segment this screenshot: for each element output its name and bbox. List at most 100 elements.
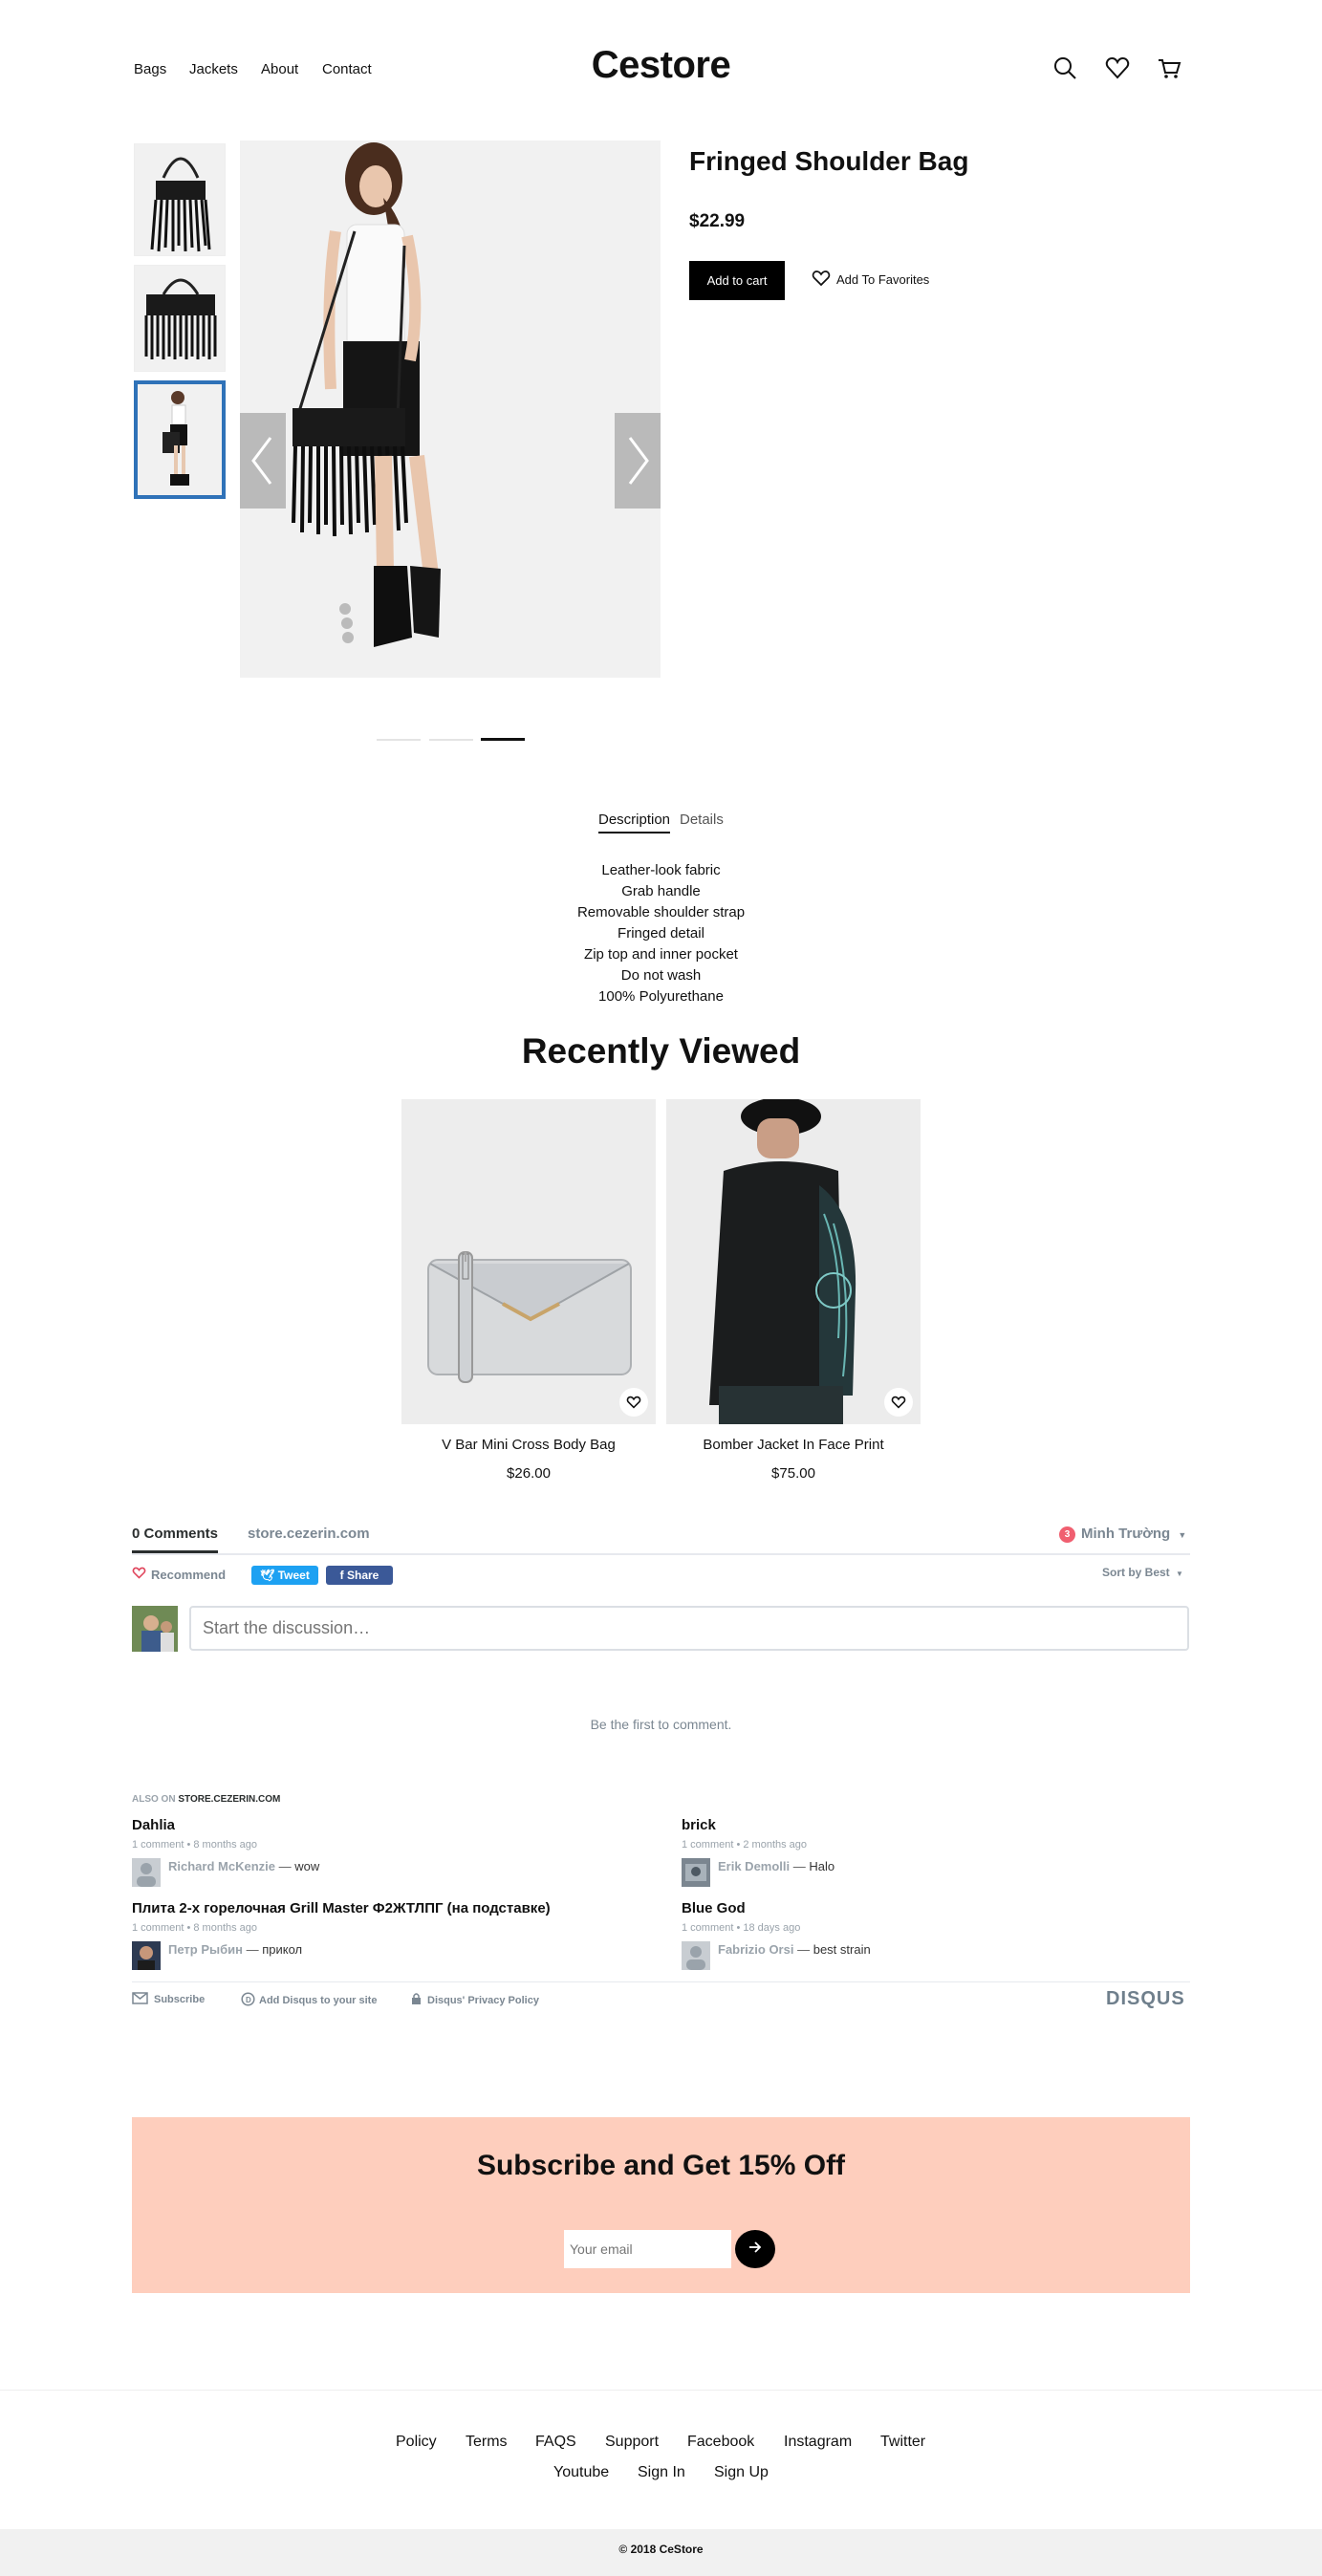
user-avatar[interactable] bbox=[132, 1606, 178, 1652]
product-price: $75.00 bbox=[771, 1465, 815, 1482]
notification-badge[interactable]: 3 bbox=[1059, 1526, 1075, 1543]
twitter-icon: 🕊 bbox=[260, 1569, 278, 1582]
footer-link-terms[interactable]: Terms bbox=[466, 2434, 508, 2451]
thread-title[interactable]: Blue God bbox=[682, 1900, 746, 1916]
add-to-favorites-label: Add To Favorites bbox=[836, 272, 930, 287]
product-thumbnail-1[interactable] bbox=[134, 143, 226, 256]
subscribe-title: Subscribe and Get 15% Off bbox=[476, 2150, 846, 2181]
cart-icon[interactable] bbox=[1156, 54, 1182, 81]
tab-description[interactable]: Description bbox=[598, 812, 670, 828]
avatar[interactable] bbox=[132, 1858, 161, 1887]
comments-site-tab[interactable]: store.cezerin.com bbox=[248, 1526, 370, 1542]
empty-comments-message: Be the first to comment. bbox=[590, 1717, 732, 1732]
sort-dropdown[interactable]: Sort by Best ▼ bbox=[1102, 1566, 1183, 1579]
product-title: Fringed Shoulder Bag bbox=[689, 146, 969, 176]
thread-title[interactable]: brick bbox=[682, 1817, 716, 1833]
disqus-logo[interactable]: DISQUS bbox=[1106, 1988, 1185, 2010]
footer-link-support[interactable]: Support bbox=[605, 2434, 659, 2451]
description-line: Fringed detail bbox=[618, 925, 704, 942]
comment-text: wow bbox=[294, 1859, 320, 1873]
product-thumbnail-2[interactable] bbox=[134, 265, 226, 372]
gallery-prev-arrow[interactable] bbox=[240, 413, 286, 509]
svg-text:D: D bbox=[246, 1996, 251, 2004]
footer-link-policy[interactable]: Policy bbox=[396, 2434, 437, 2451]
sort-label: Sort by Best bbox=[1102, 1566, 1170, 1579]
avatar[interactable] bbox=[132, 1941, 161, 1970]
thread-latest-comment: Петр Рыбин — прикол bbox=[168, 1942, 303, 1957]
footer-link-sign-in[interactable]: Sign In bbox=[638, 2464, 685, 2481]
product-main-image bbox=[240, 141, 661, 678]
subscribe-label: Subscribe bbox=[154, 1994, 206, 2005]
add-disqus-label: Add Disqus to your site bbox=[259, 1995, 378, 2006]
product-name[interactable]: V Bar Mini Cross Body Bag bbox=[401, 1437, 656, 1453]
thread-meta: 1 comment • 8 months ago bbox=[132, 1839, 258, 1851]
share-button[interactable]: f Share bbox=[326, 1566, 393, 1585]
heart-outline-icon bbox=[132, 1567, 146, 1582]
comments-count-tab[interactable]: 0 Comments bbox=[132, 1526, 218, 1542]
copyright: © 2018 CeStore bbox=[0, 2529, 1322, 2576]
product-image[interactable] bbox=[401, 1099, 656, 1424]
add-to-cart-button[interactable]: Add to cart bbox=[689, 261, 785, 300]
recommend-label: Recommend bbox=[151, 1567, 227, 1582]
description-line: Do not wash bbox=[620, 967, 702, 984]
tab-description-label: Description bbox=[598, 812, 671, 828]
product-thumbnail-3-active[interactable] bbox=[134, 380, 226, 499]
arrow-right-icon bbox=[748, 2240, 763, 2259]
footer-link-twitter[interactable]: Twitter bbox=[880, 2434, 925, 2451]
recommend-button[interactable]: Recommend bbox=[132, 1567, 226, 1582]
avatar[interactable] bbox=[682, 1858, 710, 1887]
user-menu[interactable]: Minh Trường ▼ bbox=[1081, 1526, 1186, 1542]
email-field[interactable] bbox=[564, 2230, 731, 2268]
add-to-favorites-button[interactable]: Add To Favorites bbox=[812, 270, 929, 290]
tab-details[interactable]: Details bbox=[680, 812, 724, 828]
gallery-dot-1[interactable] bbox=[377, 739, 421, 741]
product-description: Leather-look fabric Grab handle Removabl… bbox=[0, 860, 1322, 1007]
footer-link-youtube[interactable]: Youtube bbox=[553, 2464, 609, 2481]
comment-author[interactable]: Richard McKenzie bbox=[168, 1859, 275, 1873]
footer-link-facebook[interactable]: Facebook bbox=[687, 2434, 754, 2451]
description-line: Zip top and inner pocket bbox=[584, 946, 738, 963]
subscribe-banner: Subscribe and Get 15% Off bbox=[132, 2117, 1190, 2293]
footer-link-sign-up[interactable]: Sign Up bbox=[714, 2464, 769, 2481]
favorite-heart-icon[interactable] bbox=[884, 1388, 913, 1417]
search-icon[interactable] bbox=[1051, 54, 1078, 81]
comment-input[interactable] bbox=[189, 1606, 1189, 1651]
product-name[interactable]: Bomber Jacket In Face Print bbox=[666, 1437, 921, 1453]
also-on-site[interactable]: STORE.CEZERIN.COM bbox=[178, 1794, 280, 1805]
privacy-policy-link[interactable]: Disqus' Privacy Policy bbox=[411, 1992, 539, 2008]
tweet-button[interactable]: 🕊 Tweet bbox=[251, 1566, 318, 1585]
comment-text: best strain bbox=[813, 1942, 871, 1957]
comment-text: прикол bbox=[262, 1942, 303, 1957]
recently-viewed-card[interactable]: V Bar Mini Cross Body Bag $26.00 bbox=[401, 1099, 656, 1482]
also-on-header: ALSO ON STORE.CEZERIN.COM bbox=[132, 1794, 280, 1805]
active-tab-underline bbox=[598, 832, 670, 833]
footer-link-instagram[interactable]: Instagram bbox=[784, 2434, 852, 2451]
subscribe-submit-button[interactable] bbox=[735, 2230, 775, 2268]
chevron-down-icon: ▼ bbox=[1178, 1530, 1187, 1540]
disqus-d-icon: D bbox=[241, 1992, 255, 2009]
comment-author[interactable]: Петр Рыбин bbox=[168, 1942, 243, 1957]
footer-link-faqs[interactable]: FAQS bbox=[535, 2434, 576, 2451]
gallery-next-arrow[interactable] bbox=[615, 413, 661, 509]
product-price: $22.99 bbox=[689, 211, 746, 231]
favorite-heart-icon[interactable] bbox=[619, 1388, 648, 1417]
comment-author[interactable]: Erik Demolli bbox=[718, 1859, 790, 1873]
privacy-label: Disqus' Privacy Policy bbox=[427, 1994, 539, 2006]
description-line: Removable shoulder strap bbox=[576, 904, 746, 920]
add-disqus-link[interactable]: D Add Disqus to your site bbox=[241, 1992, 377, 2009]
avatar[interactable] bbox=[682, 1941, 710, 1970]
comment-author[interactable]: Fabrizio Orsi bbox=[718, 1942, 793, 1957]
heart-icon[interactable] bbox=[1104, 54, 1131, 81]
gallery-dot-2[interactable] bbox=[429, 739, 473, 741]
thread-latest-comment: Fabrizio Orsi — best strain bbox=[718, 1942, 871, 1957]
product-image[interactable] bbox=[666, 1099, 921, 1424]
comment-text: Halo bbox=[809, 1859, 835, 1873]
recently-viewed-card[interactable]: Bomber Jacket In Face Print $75.00 bbox=[666, 1099, 921, 1482]
heart-outline-icon bbox=[812, 270, 831, 290]
thread-latest-comment: Richard McKenzie — wow bbox=[168, 1859, 320, 1873]
subscribe-link[interactable]: Subscribe bbox=[132, 1992, 205, 2007]
also-on-prefix: ALSO ON bbox=[132, 1794, 176, 1805]
thread-title[interactable]: Плита 2-х горелочная Grill Master Ф2ЖТЛП… bbox=[132, 1900, 551, 1916]
gallery-dot-3-active[interactable] bbox=[481, 738, 525, 741]
thread-title[interactable]: Dahlia bbox=[132, 1817, 175, 1833]
